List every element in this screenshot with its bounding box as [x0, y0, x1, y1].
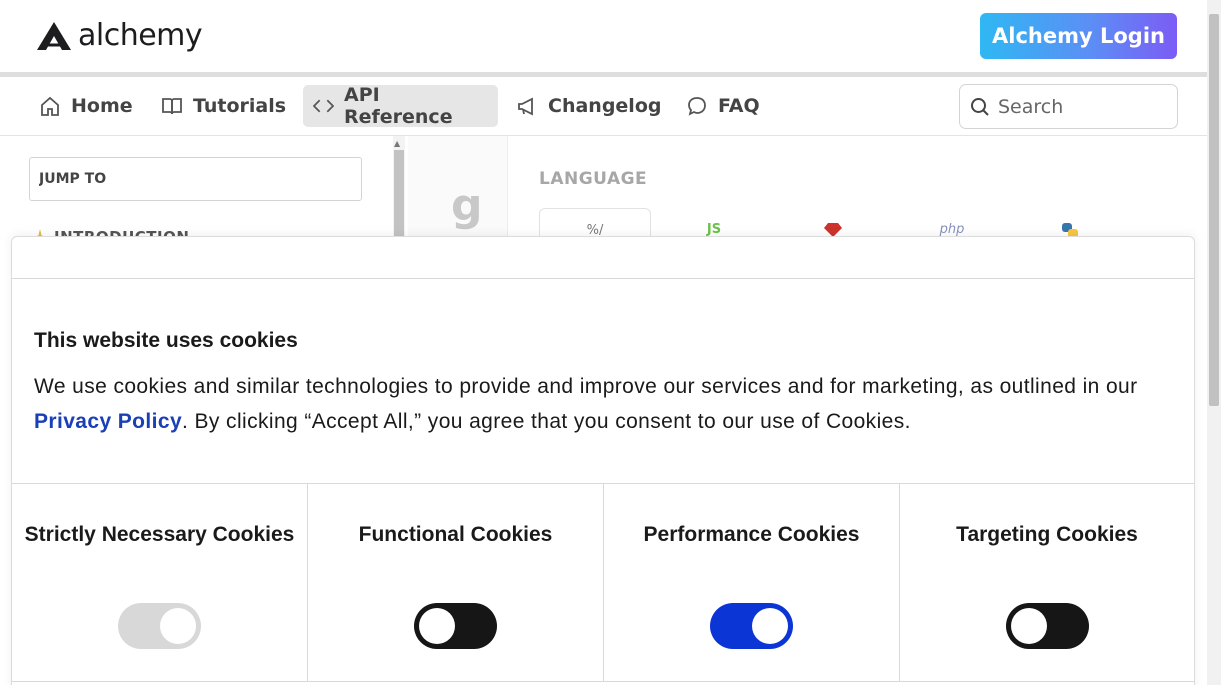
scroll-up-arrow-icon[interactable]: ▲	[394, 139, 400, 148]
cookie-description: We use cookies and similar technologies …	[34, 369, 1184, 439]
search-box[interactable]	[959, 84, 1178, 129]
nav-api-reference-label: API Reference	[343, 84, 453, 128]
category-title: Targeting Cookies	[956, 523, 1138, 546]
cookie-category-strictly-necessary: Strictly Necessary Cookies	[12, 484, 308, 681]
logo-text: alchemy	[78, 18, 203, 53]
toggle-knob	[419, 608, 455, 644]
home-icon	[41, 96, 59, 116]
search-icon	[971, 97, 989, 116]
code-icon	[313, 99, 334, 113]
cookie-categories: Strictly Necessary Cookies Functional Co…	[12, 483, 1194, 682]
category-title: Functional Cookies	[358, 523, 553, 546]
strictly-necessary-toggle	[118, 603, 201, 649]
sidebar-scrollbar-thumb[interactable]	[394, 150, 404, 245]
privacy-policy-link[interactable]: Privacy Policy	[34, 410, 182, 433]
book-icon	[162, 98, 182, 115]
functional-cookies-toggle[interactable]	[414, 603, 497, 649]
toggle-knob	[752, 608, 788, 644]
node-icon: JS	[706, 222, 722, 237]
nav-api-reference[interactable]: API Reference	[303, 84, 498, 128]
toggle-knob	[160, 608, 196, 644]
alchemy-logo[interactable]: alchemy	[36, 18, 203, 54]
jump-to-input[interactable]	[29, 157, 362, 201]
chat-bubble-icon	[688, 97, 706, 116]
nav-home-label: Home	[71, 95, 133, 117]
cookie-consent-modal: This website uses cookies We use cookies…	[11, 236, 1195, 685]
cookie-category-targeting: Targeting Cookies	[900, 484, 1194, 681]
targeting-cookies-toggle[interactable]	[1006, 603, 1089, 649]
language-label: LANGUAGE	[539, 169, 648, 189]
megaphone-icon	[518, 97, 533, 116]
category-title: Strictly Necessary Cookies	[24, 523, 295, 546]
main-nav: Home Tutorials API Reference Changelog F…	[0, 77, 1207, 136]
category-title: Performance Cookies	[643, 523, 860, 546]
nav-faq[interactable]: FAQ	[676, 85, 770, 127]
search-input[interactable]	[998, 95, 1168, 118]
cookie-category-functional: Functional Cookies	[308, 484, 604, 681]
nav-home[interactable]: Home	[29, 85, 143, 127]
cookie-category-performance: Performance Cookies	[604, 484, 900, 681]
nav-tutorials[interactable]: Tutorials	[151, 85, 296, 127]
alchemy-logo-icon	[37, 22, 71, 50]
performance-cookies-toggle[interactable]	[710, 603, 793, 649]
toggle-knob	[1011, 608, 1047, 644]
nav-changelog-label: Changelog	[548, 95, 662, 117]
cookie-description-before: We use cookies and similar technologies …	[34, 375, 1138, 398]
alchemy-login-button[interactable]: Alchemy Login	[980, 13, 1177, 59]
top-header: alchemy Alchemy Login	[0, 0, 1207, 72]
php-icon: php	[939, 222, 965, 237]
nav-tutorials-label: Tutorials	[193, 95, 287, 117]
nav-faq-label: FAQ	[718, 95, 760, 117]
cookie-title: This website uses cookies	[34, 329, 298, 352]
cookie-description-after: . By clicking “Accept All,” you agree th…	[182, 410, 911, 433]
modal-divider	[12, 278, 1194, 279]
partial-heading-glyph: g	[451, 180, 483, 231]
page-scrollbar-thumb[interactable]	[1209, 14, 1219, 406]
nav-changelog[interactable]: Changelog	[506, 85, 671, 127]
